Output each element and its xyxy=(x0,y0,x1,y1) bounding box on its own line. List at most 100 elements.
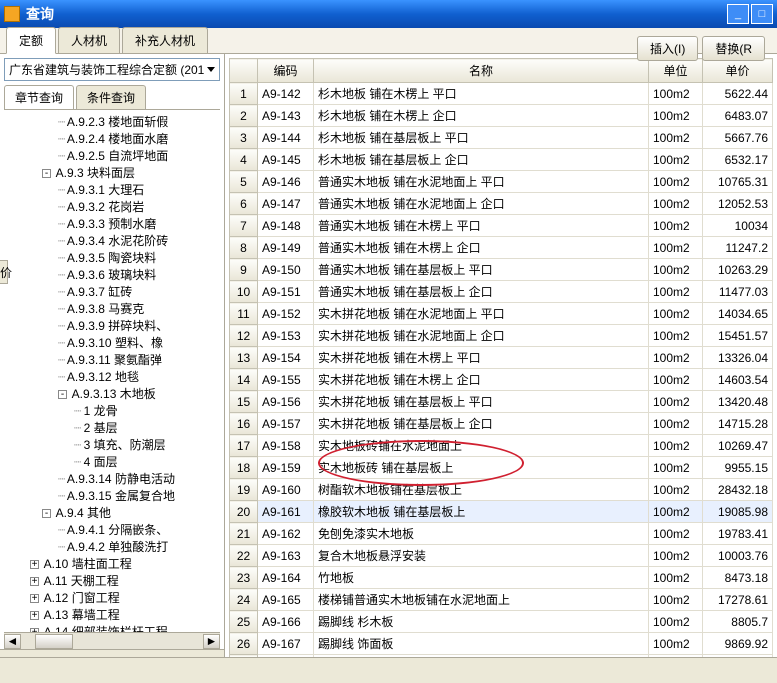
table-row[interactable]: 25A9-166踢脚线 杉木板100m28805.7 xyxy=(230,611,773,633)
tree-node[interactable]: ┈ A.9.2.4 楼地面水磨 xyxy=(2,131,222,148)
expand-icon[interactable]: + xyxy=(30,611,39,620)
expand-icon[interactable]: - xyxy=(42,169,51,178)
tree-node[interactable]: ┈ A.9.3.6 玻璃块料 xyxy=(2,267,222,284)
tree-node[interactable]: ┈ A.9.3.3 预制水磨 xyxy=(2,216,222,233)
tree-node[interactable]: ┈ A.9.2.3 楼地面斩假 xyxy=(2,114,222,131)
quota-book-dropdown[interactable]: 广东省建筑与装饰工程综合定额 (201 xyxy=(4,58,220,81)
table-row[interactable]: 17A9-158实木地板砖铺在水泥地面上100m210269.47 xyxy=(230,435,773,457)
col-unit[interactable]: 单位 xyxy=(649,59,703,83)
tree-node[interactable]: ┈ A.9.3.2 花岗岩 xyxy=(2,199,222,216)
tree-node[interactable]: - A.9.3.13 木地板 xyxy=(2,386,222,403)
tab-chapter-query[interactable]: 章节查询 xyxy=(4,85,74,109)
table-row[interactable]: 22A9-163复合木地板悬浮安装100m210003.76 xyxy=(230,545,773,567)
maximize-button[interactable]: □ xyxy=(751,4,773,24)
cell-name: 杉木地板 铺在基层板上 企口 xyxy=(314,149,649,171)
tab-supplement[interactable]: 补充人材机 xyxy=(122,27,208,53)
cell-unit: 100m2 xyxy=(649,457,703,479)
cell-name: 杉木地板 铺在木楞上 企口 xyxy=(314,105,649,127)
cell-name: 普通实木地板 铺在水泥地面上 平口 xyxy=(314,171,649,193)
table-row[interactable]: 1A9-142杉木地板 铺在木楞上 平口100m25622.44 xyxy=(230,83,773,105)
cell-name: 实木拼花地板 铺在木楞上 企口 xyxy=(314,369,649,391)
table-row[interactable]: 4A9-145杉木地板 铺在基层板上 企口100m26532.17 xyxy=(230,149,773,171)
table-row[interactable]: 21A9-162免刨免漆实木地板100m219783.41 xyxy=(230,523,773,545)
tree-node[interactable]: ┈ 3 填充、防潮层 xyxy=(2,437,222,454)
cell-price: 10263.29 xyxy=(703,259,773,281)
table-row[interactable]: 18A9-159实木地板砖 铺在基层板上100m29955.15 xyxy=(230,457,773,479)
scroll-right-button[interactable]: ► xyxy=(203,634,220,649)
expand-icon[interactable]: + xyxy=(30,577,39,586)
tree-node[interactable]: ┈ A.9.4.2 单独酸洗打 xyxy=(2,539,222,556)
tree-node[interactable]: ┈ A.9.3.14 防静电活动 xyxy=(2,471,222,488)
table-row[interactable]: 12A9-153实木拼花地板 铺在水泥地面上 企口100m215451.57 xyxy=(230,325,773,347)
table-row[interactable]: 16A9-157实木拼花地板 铺在基层板上 企口100m214715.28 xyxy=(230,413,773,435)
tree-node[interactable]: ┈ A.9.3.4 水泥花阶砖 xyxy=(2,233,222,250)
tree-node[interactable]: ┈ 4 面层 xyxy=(2,454,222,471)
table-row[interactable]: 20A9-161橡胶软木地板 铺在基层板上100m219085.98 xyxy=(230,501,773,523)
table-row[interactable]: 23A9-164竹地板100m28473.18 xyxy=(230,567,773,589)
table-row[interactable]: 10A9-151普通实木地板 铺在基层板上 企口100m211477.03 xyxy=(230,281,773,303)
tree-node[interactable]: + A.10 墙柱面工程 xyxy=(2,556,222,573)
row-number: 13 xyxy=(230,347,258,369)
table-row[interactable]: 7A9-148普通实木地板 铺在木楞上 平口100m210034 xyxy=(230,215,773,237)
tree-node[interactable]: ┈ 1 龙骨 xyxy=(2,403,222,420)
tree-node[interactable]: + A.14 细部装饰栏杆工程 xyxy=(2,624,222,632)
row-number: 10 xyxy=(230,281,258,303)
tree-node[interactable]: ┈ A.9.3.12 地毯 xyxy=(2,369,222,386)
cell-name: 实木拼花地板 铺在木楞上 平口 xyxy=(314,347,649,369)
tree-node[interactable]: - A.9.4 其他 xyxy=(2,505,222,522)
table-row[interactable]: 26A9-167踢脚线 饰面板100m29869.92 xyxy=(230,633,773,655)
tab-condition-query[interactable]: 条件查询 xyxy=(76,85,146,109)
cell-code: A9-151 xyxy=(258,281,314,303)
table-row[interactable]: 13A9-154实木拼花地板 铺在木楞上 平口100m213326.04 xyxy=(230,347,773,369)
tree-node[interactable]: - A.9.3 块料面层 xyxy=(2,165,222,182)
left-edge-tab[interactable]: 价 xyxy=(0,260,8,284)
col-price[interactable]: 单价 xyxy=(703,59,773,83)
table-row[interactable]: 3A9-144杉木地板 铺在基层板上 平口100m25667.76 xyxy=(230,127,773,149)
tree-node[interactable]: ┈ A.9.3.11 聚氨酯弹 xyxy=(2,352,222,369)
col-rownum[interactable] xyxy=(230,59,258,83)
tree-node[interactable]: ┈ 2 基层 xyxy=(2,420,222,437)
tree-node[interactable]: ┈ A.9.3.10 塑料、橡 xyxy=(2,335,222,352)
tree-node[interactable]: ┈ A.9.3.5 陶瓷块料 xyxy=(2,250,222,267)
tree-node[interactable]: + A.12 门窗工程 xyxy=(2,590,222,607)
tree-node[interactable]: ┈ A.9.3.9 拼碎块料、 xyxy=(2,318,222,335)
expand-icon[interactable]: - xyxy=(58,390,67,399)
tab-labor-material[interactable]: 人材机 xyxy=(58,27,120,53)
cell-price: 12052.53 xyxy=(703,193,773,215)
table-row[interactable]: 24A9-165楼梯铺普通实木地板铺在水泥地面上100m217278.61 xyxy=(230,589,773,611)
table-row[interactable]: 6A9-147普通实木地板 铺在水泥地面上 企口100m212052.53 xyxy=(230,193,773,215)
table-row[interactable]: 8A9-149普通实木地板 铺在木楞上 企口100m211247.2 xyxy=(230,237,773,259)
tree-node[interactable]: ┈ A.9.3.1 大理石 xyxy=(2,182,222,199)
table-row[interactable]: 14A9-155实木拼花地板 铺在木楞上 企口100m214603.54 xyxy=(230,369,773,391)
tree-node[interactable]: ┈ A.9.4.1 分隔嵌条、 xyxy=(2,522,222,539)
tree-node[interactable]: + A.13 幕墙工程 xyxy=(2,607,222,624)
tree-node[interactable]: ┈ A.9.3.8 马赛克 xyxy=(2,301,222,318)
table-row[interactable]: 2A9-143杉木地板 铺在木楞上 企口100m26483.07 xyxy=(230,105,773,127)
tree-node[interactable]: ┈ A.9.2.5 自流坪地面 xyxy=(2,148,222,165)
insert-button[interactable]: 插入(I) xyxy=(637,36,698,61)
cell-unit: 100m2 xyxy=(649,281,703,303)
row-number: 18 xyxy=(230,457,258,479)
tree-node[interactable]: ┈ A.9.3.15 金属复合地 xyxy=(2,488,222,505)
cell-name: 实木拼花地板 铺在水泥地面上 平口 xyxy=(314,303,649,325)
col-code[interactable]: 编码 xyxy=(258,59,314,83)
scroll-left-button[interactable]: ◄ xyxy=(4,634,21,649)
tab-quota[interactable]: 定额 xyxy=(6,27,56,54)
tree-node[interactable]: + A.11 天棚工程 xyxy=(2,573,222,590)
table-row[interactable]: 19A9-160树酯软木地板铺在基层板上100m228432.18 xyxy=(230,479,773,501)
minimize-button[interactable]: _ xyxy=(727,4,749,24)
table-row[interactable]: 11A9-152实木拼花地板 铺在水泥地面上 平口100m214034.65 xyxy=(230,303,773,325)
category-tree[interactable]: ┈ A.9.2.3 楼地面斩假┈ A.9.2.4 楼地面水磨┈ A.9.2.5 … xyxy=(0,110,224,632)
tree-node[interactable]: ┈ A.9.3.7 缸砖 xyxy=(2,284,222,301)
table-row[interactable]: 5A9-146普通实木地板 铺在水泥地面上 平口100m210765.31 xyxy=(230,171,773,193)
scrollbar-thumb[interactable] xyxy=(35,634,73,649)
table-row[interactable]: 15A9-156实木拼花地板 铺在基层板上 平口100m213420.48 xyxy=(230,391,773,413)
cell-name: 实木拼花地板 铺在基层板上 平口 xyxy=(314,391,649,413)
col-name[interactable]: 名称 xyxy=(314,59,649,83)
horizontal-scrollbar[interactable]: ◄ ► xyxy=(4,632,220,649)
replace-button[interactable]: 替换(R xyxy=(702,36,765,61)
table-row[interactable]: 9A9-150普通实木地板 铺在基层板上 平口100m210263.29 xyxy=(230,259,773,281)
expand-icon[interactable]: + xyxy=(30,594,39,603)
expand-icon[interactable]: - xyxy=(42,509,51,518)
expand-icon[interactable]: + xyxy=(30,560,39,569)
